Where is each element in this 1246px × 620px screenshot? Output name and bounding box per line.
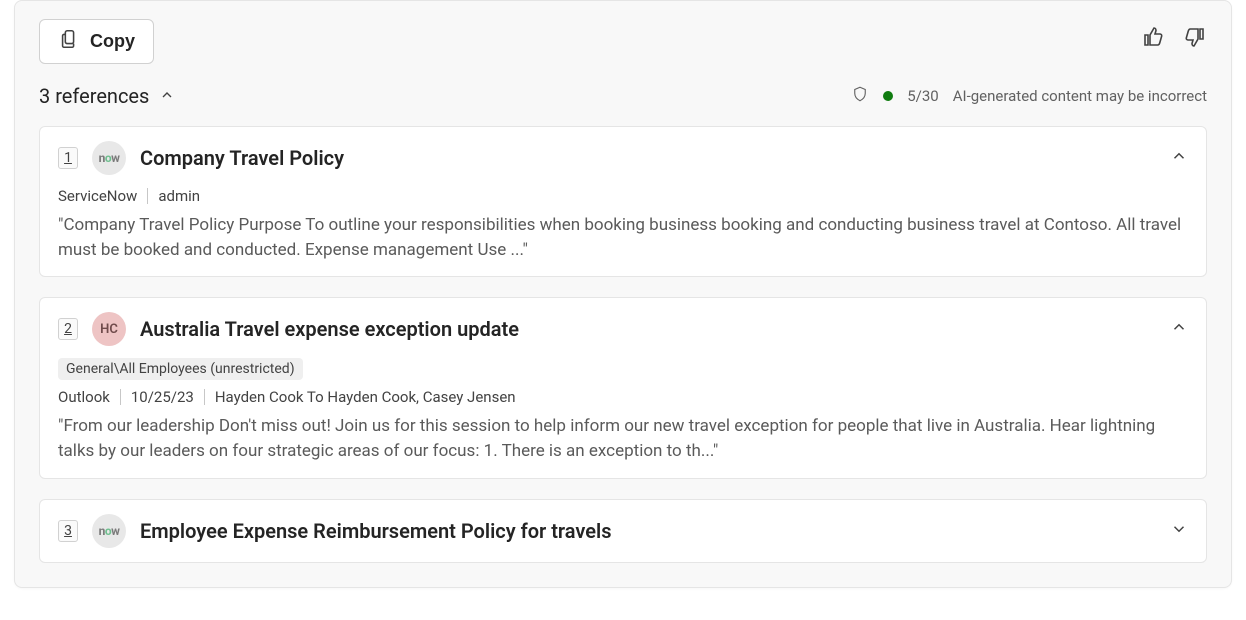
reference-header[interactable]: 3 now Employee Expense Reimbursement Pol… [58,514,1188,548]
feedback-group [1141,19,1207,53]
reference-item: 1 now Company Travel Policy ServiceNow a… [39,126,1207,277]
reference-meta: ServiceNow admin [58,187,1188,205]
reference-excerpt: "From our leadership Don't miss out! Joi… [58,414,1188,463]
reference-source: ServiceNow [58,187,137,205]
reference-number: 2 [58,318,78,340]
thumbs-up-icon[interactable] [1141,25,1165,53]
chevron-up-icon [1170,318,1188,340]
reference-title: Company Travel Policy [140,146,1156,170]
meta-separator [147,188,148,204]
reference-author: admin [158,187,200,205]
reference-date: 10/25/23 [131,388,194,406]
references-label: 3 references [39,84,149,108]
status-disclaimer: AI-generated content may be incorrect [953,87,1207,105]
shield-icon[interactable] [851,85,869,107]
source-avatar-icon: now [92,141,126,175]
chevron-down-icon [1170,520,1188,542]
chevron-up-icon [1170,147,1188,169]
reference-source: Outlook [58,388,110,406]
copy-button[interactable]: Copy [39,19,154,64]
top-row: Copy [39,19,1207,64]
second-row: 3 references 5/30 AI-generated content m… [39,84,1207,108]
meta-separator [120,389,121,405]
reference-item: 3 now Employee Expense Reimbursement Pol… [39,499,1207,563]
copy-icon [58,28,80,55]
references-toggle[interactable]: 3 references [39,84,175,108]
references-list: 1 now Company Travel Policy ServiceNow a… [39,126,1207,563]
copy-label: Copy [90,31,135,52]
reference-title: Australia Travel expense exception updat… [140,317,1156,341]
source-avatar-icon: HC [92,312,126,346]
reference-title: Employee Expense Reimbursement Policy fo… [140,519,1156,543]
status-dot-icon [883,91,893,101]
reference-from-to: Hayden Cook To Hayden Cook, Casey Jensen [215,388,516,406]
source-avatar-icon: now [92,514,126,548]
reference-header[interactable]: 2 HC Australia Travel expense exception … [58,312,1188,346]
reference-meta: Outlook 10/25/23 Hayden Cook To Hayden C… [58,388,1188,406]
reference-number: 3 [58,520,78,542]
reference-body: General\All Employees (unrestricted) Out… [58,358,1188,463]
meta-separator [204,389,205,405]
reference-header[interactable]: 1 now Company Travel Policy [58,141,1188,175]
status-bar: 5/30 AI-generated content may be incorre… [851,85,1207,107]
reference-excerpt: "Company Travel Policy Purpose To outlin… [58,213,1188,262]
reference-item: 2 HC Australia Travel expense exception … [39,297,1207,478]
thumbs-down-icon[interactable] [1183,25,1207,53]
reference-body: ServiceNow admin "Company Travel Policy … [58,187,1188,262]
status-count: 5/30 [907,87,938,105]
reference-tag: General\All Employees (unrestricted) [58,358,303,380]
response-card: Copy 3 references [14,0,1232,588]
chevron-up-icon [159,84,175,108]
reference-number: 1 [58,147,78,169]
